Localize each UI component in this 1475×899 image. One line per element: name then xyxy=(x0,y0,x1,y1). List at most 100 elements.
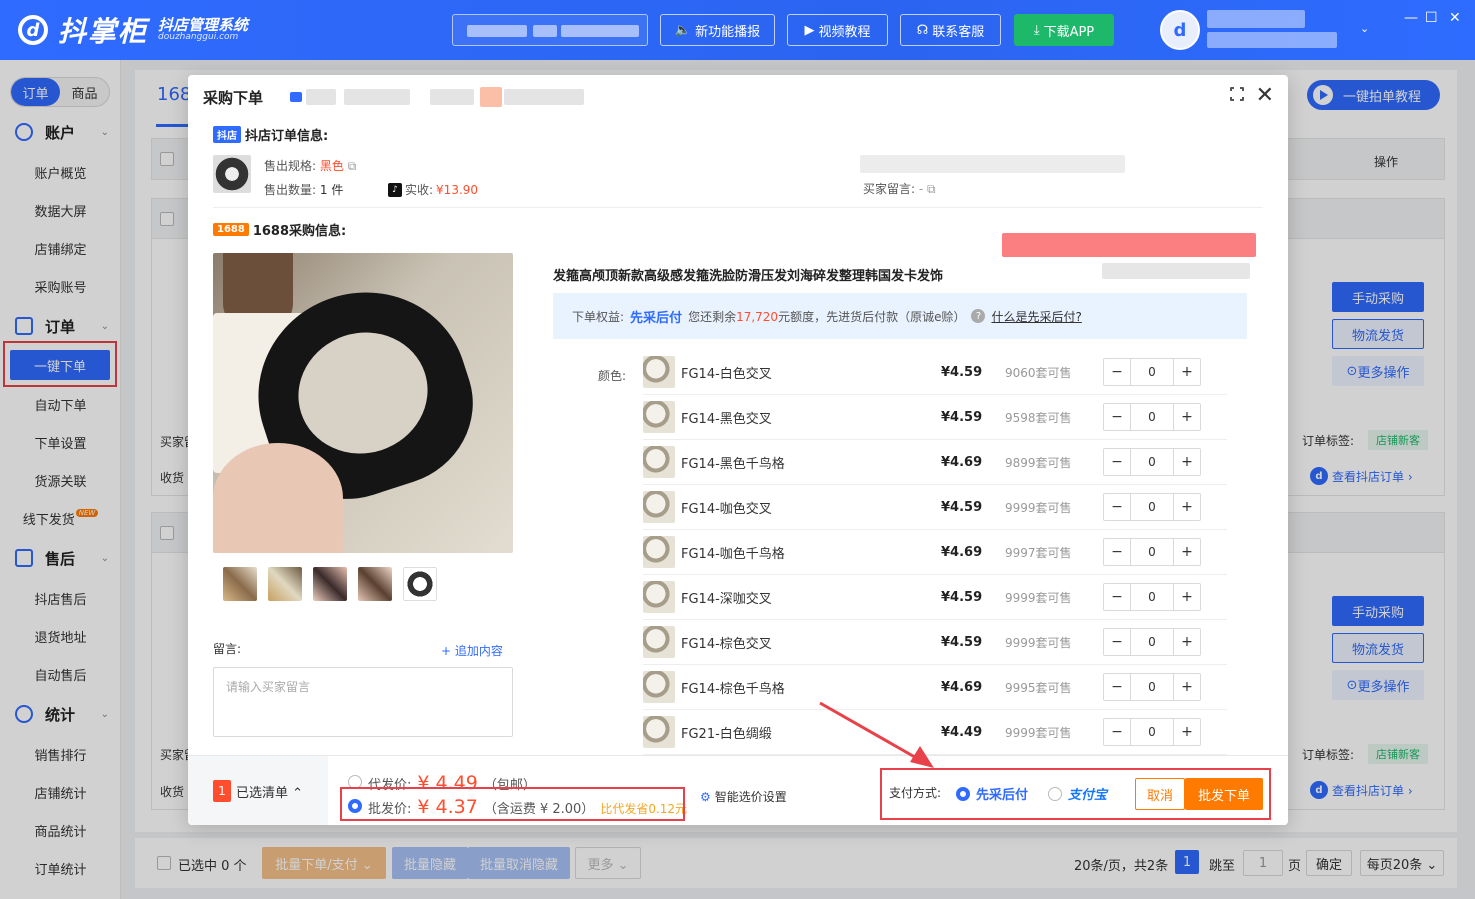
quantity-input[interactable]: 0 xyxy=(1130,494,1174,520)
video-tutorial-button[interactable]: ▶ 视频教程 xyxy=(787,14,888,46)
minus-icon[interactable]: − xyxy=(1104,674,1130,700)
quantity-input[interactable]: 0 xyxy=(1130,674,1174,700)
store-badge: 抖店 xyxy=(213,126,241,143)
plus-icon[interactable]: + xyxy=(1174,584,1200,610)
plus-icon[interactable]: + xyxy=(1174,539,1200,565)
close-icon[interactable]: ✕ xyxy=(1256,83,1274,108)
gear-icon: ⚙ xyxy=(700,789,711,804)
download-app-button[interactable]: ⤓ 下载APP xyxy=(1014,14,1114,46)
copy-icon[interactable]: ⧉ xyxy=(348,159,357,173)
highlight-frame-payment xyxy=(880,768,1271,820)
selected-count-badge: 1 xyxy=(213,780,231,802)
sku-price: ¥4.69 xyxy=(941,544,983,560)
download-icon: ⤓ xyxy=(1033,22,1040,38)
sku-thumbnail[interactable] xyxy=(643,581,675,613)
quantity-input[interactable]: 0 xyxy=(1130,629,1174,655)
minus-icon[interactable]: − xyxy=(1104,539,1130,565)
douyin-icon: ♪ xyxy=(388,182,402,197)
quantity-input[interactable]: 0 xyxy=(1130,539,1174,565)
store-order-section-title: 抖店 抖店订单信息: xyxy=(213,125,328,144)
plus-icon[interactable]: + xyxy=(1174,359,1200,385)
minus-icon[interactable]: − xyxy=(1104,629,1130,655)
fullscreen-icon[interactable] xyxy=(1229,86,1245,102)
qty-label: 售出数量: xyxy=(264,183,317,197)
product-thumb-3[interactable] xyxy=(313,567,347,601)
maximize-button[interactable]: ☐ xyxy=(1425,10,1438,26)
sku-name: FG21-白色绸缎 xyxy=(681,726,772,742)
sku-price: ¥4.59 xyxy=(941,409,983,425)
minimize-button[interactable]: — xyxy=(1404,10,1418,26)
product-thumb-4[interactable] xyxy=(358,567,392,601)
platform-badge: 1688 xyxy=(213,223,249,236)
help-icon: ? xyxy=(971,309,986,323)
product-thumb-2[interactable] xyxy=(268,567,302,601)
copy-icon[interactable]: ⧉ xyxy=(927,182,936,196)
quantity-input[interactable]: 0 xyxy=(1130,359,1174,385)
plus-icon[interactable]: + xyxy=(1174,449,1200,475)
sku-thumbnail[interactable] xyxy=(643,356,675,388)
contact-support-button[interactable]: ☊ 联系客服 xyxy=(900,14,1001,46)
store-icon xyxy=(290,92,302,102)
qty-value: 1 件 xyxy=(319,183,344,197)
user-name xyxy=(1207,10,1305,28)
quantity-input[interactable]: 0 xyxy=(1130,404,1174,430)
quantity-stepper: −0 + xyxy=(1103,493,1201,521)
selected-list-toggle[interactable]: 1 已选清单 ⌃ xyxy=(188,756,328,825)
minus-icon[interactable]: − xyxy=(1104,719,1130,745)
product-thumb-5[interactable] xyxy=(403,567,437,601)
plus-icon[interactable]: + xyxy=(1174,674,1200,700)
sku-thumbnail[interactable] xyxy=(643,491,675,523)
sku-thumbnail[interactable] xyxy=(643,446,675,478)
quantity-input[interactable]: 0 xyxy=(1130,449,1174,475)
sku-stock: 9999套可售 xyxy=(1005,635,1072,650)
sku-stock: 9598套可售 xyxy=(1005,410,1072,425)
sku-thumbnail[interactable] xyxy=(643,536,675,568)
sku-price: ¥4.59 xyxy=(941,634,983,650)
minus-icon[interactable]: − xyxy=(1104,584,1130,610)
sku-row: FG14-白色交叉 ¥4.59 9060套可售 −0 + xyxy=(643,350,1227,395)
quantity-input[interactable]: 0 xyxy=(1130,584,1174,610)
minus-icon[interactable]: − xyxy=(1104,449,1130,475)
sku-thumbnail[interactable] xyxy=(643,671,675,703)
paid-value: ¥13.90 xyxy=(436,182,479,197)
store-product-thumbnail xyxy=(213,155,251,193)
sku-thumbnail[interactable] xyxy=(643,716,675,748)
paid-label: 实收: xyxy=(405,183,434,197)
close-window-button[interactable]: ✕ xyxy=(1449,10,1461,26)
sku-row: FG14-黑色交叉 ¥4.59 9598套可售 −0 + xyxy=(643,395,1227,440)
sku-row: FG14-棕色交叉 ¥4.59 9999套可售 −0 + xyxy=(643,620,1227,665)
plus-icon[interactable]: + xyxy=(1174,719,1200,745)
message-label: 留言: xyxy=(213,642,242,656)
sku-stock: 9999套可售 xyxy=(1005,725,1072,740)
minus-icon[interactable]: − xyxy=(1104,494,1130,520)
benefit-name: 先采后付 xyxy=(630,310,683,326)
smart-price-settings[interactable]: ⚙ 智能选价设置 xyxy=(700,788,787,805)
sku-stock: 9060套可售 xyxy=(1005,365,1072,380)
benefit-help-link[interactable]: 什么是先采后付? xyxy=(991,308,1081,325)
user-avatar[interactable]: d xyxy=(1160,10,1200,50)
sku-price: ¥4.59 xyxy=(941,499,983,515)
sku-name: FG14-咖色千鸟格 xyxy=(681,546,785,562)
plus-icon[interactable]: + xyxy=(1174,404,1200,430)
modal-title: 采购下单 xyxy=(203,89,264,107)
new-feature-button[interactable]: 🔈 新功能播报 xyxy=(660,14,775,46)
product-main-image[interactable] xyxy=(213,253,513,553)
plus-icon[interactable]: + xyxy=(1174,494,1200,520)
quantity-input[interactable]: 0 xyxy=(1130,719,1174,745)
quantity-stepper: −0 + xyxy=(1103,673,1201,701)
sku-thumbnail[interactable] xyxy=(643,401,675,433)
buyer-msg-label: 买家留言: xyxy=(863,182,916,196)
sku-thumbnail[interactable] xyxy=(643,626,675,658)
product-thumb-1[interactable] xyxy=(223,567,257,601)
sku-name: FG14-深咖交叉 xyxy=(681,591,772,607)
user-menu-chevron-icon[interactable]: ⌄ xyxy=(1360,22,1369,35)
store-selector[interactable] xyxy=(452,14,648,46)
minus-icon[interactable]: − xyxy=(1104,404,1130,430)
plus-icon[interactable]: + xyxy=(1174,629,1200,655)
quantity-stepper: −0 + xyxy=(1103,538,1201,566)
minus-icon[interactable]: − xyxy=(1104,359,1130,385)
sku-stock: 9997套可售 xyxy=(1005,545,1072,560)
buyer-message-input[interactable]: 请输入买家留言 xyxy=(213,667,513,737)
add-content-link[interactable]: + 追加内容 xyxy=(441,642,503,659)
sku-stock: 9899套可售 xyxy=(1005,455,1072,470)
